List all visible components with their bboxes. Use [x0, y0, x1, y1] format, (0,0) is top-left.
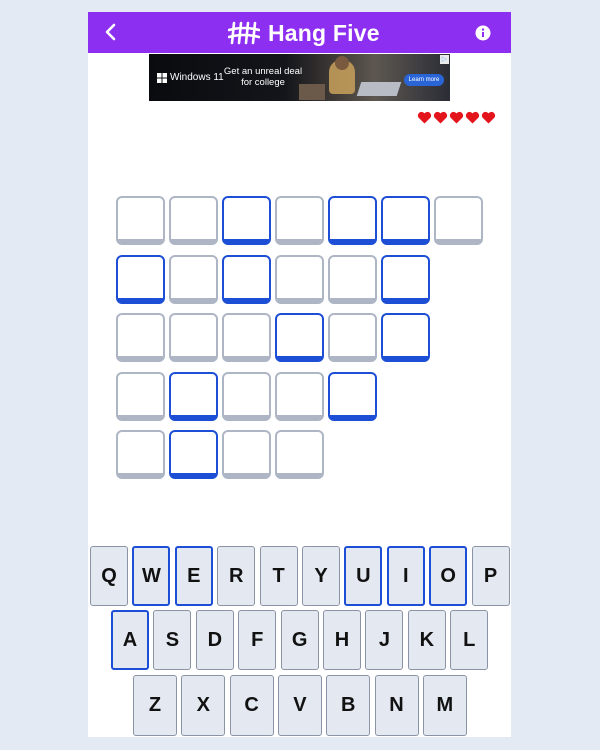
- key-z[interactable]: Z: [133, 675, 177, 736]
- key-u[interactable]: U: [344, 546, 383, 606]
- key-m[interactable]: M: [422, 675, 467, 736]
- key-q[interactable]: Q: [90, 546, 128, 606]
- key-p[interactable]: P: [471, 546, 510, 606]
- key-c[interactable]: C: [229, 675, 274, 736]
- key-l[interactable]: L: [450, 610, 489, 670]
- key-k[interactable]: K: [407, 610, 446, 670]
- key-n[interactable]: N: [374, 675, 419, 736]
- key-o[interactable]: O: [429, 546, 468, 606]
- key-w[interactable]: W: [132, 546, 171, 606]
- on-screen-keyboard: QWERTYUIOP ASDFGHJKL ZXCVBNM: [88, 12, 511, 737]
- key-f[interactable]: F: [238, 610, 277, 670]
- key-r[interactable]: R: [217, 546, 256, 606]
- key-h[interactable]: H: [323, 610, 361, 670]
- key-b[interactable]: B: [326, 675, 371, 736]
- key-d[interactable]: D: [195, 610, 234, 670]
- key-x[interactable]: X: [181, 675, 226, 736]
- key-j[interactable]: J: [365, 610, 404, 670]
- key-a[interactable]: A: [111, 610, 149, 670]
- game-screen: Hang Five Windows 11 Get an unreal deal …: [88, 12, 511, 737]
- key-e[interactable]: E: [174, 546, 213, 606]
- key-i[interactable]: I: [386, 546, 425, 606]
- key-y[interactable]: Y: [302, 546, 340, 606]
- key-v[interactable]: V: [277, 675, 322, 736]
- key-s[interactable]: S: [153, 610, 192, 670]
- key-g[interactable]: G: [280, 610, 319, 670]
- key-t[interactable]: T: [259, 546, 298, 606]
